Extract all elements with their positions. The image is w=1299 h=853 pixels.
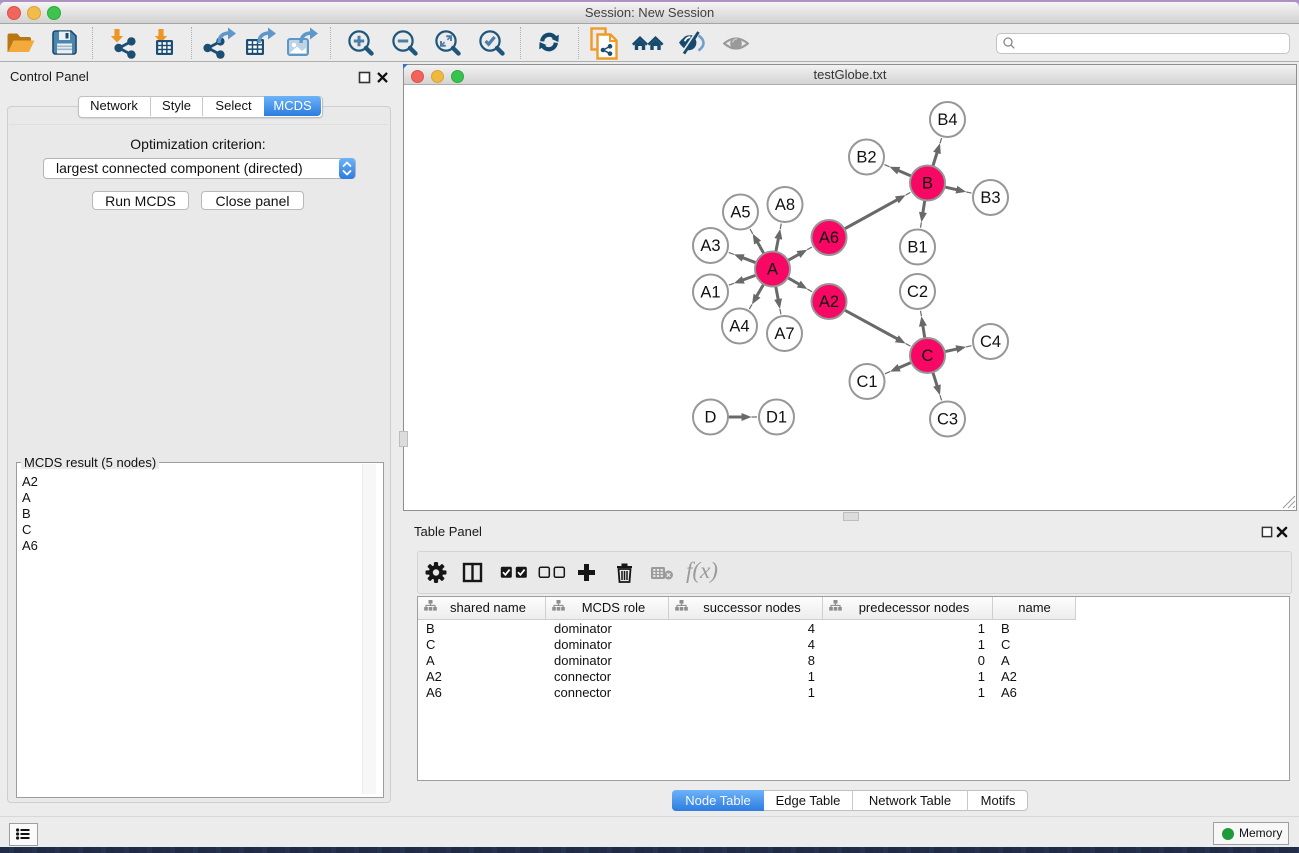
svg-text:C1: C1 [856,373,877,391]
svg-text:A: A [767,261,778,279]
svg-text:A5: A5 [730,204,750,222]
svg-text:A6: A6 [819,229,839,247]
svg-text:C4: C4 [980,333,1001,351]
svg-text:B3: B3 [980,189,1000,207]
svg-text:A2: A2 [819,293,839,311]
svg-text:B: B [922,175,933,193]
svg-text:C2: C2 [907,283,928,301]
svg-text:A3: A3 [700,237,720,255]
svg-text:A1: A1 [700,284,720,302]
svg-text:D: D [705,409,717,427]
svg-text:C3: C3 [937,411,958,429]
svg-text:D1: D1 [766,409,787,427]
svg-text:B2: B2 [856,149,876,167]
svg-text:A8: A8 [775,196,795,214]
svg-text:C: C [922,347,934,365]
svg-text:A4: A4 [729,318,749,336]
svg-text:B4: B4 [937,111,957,129]
svg-text:A7: A7 [774,325,794,343]
svg-text:B1: B1 [907,239,927,257]
